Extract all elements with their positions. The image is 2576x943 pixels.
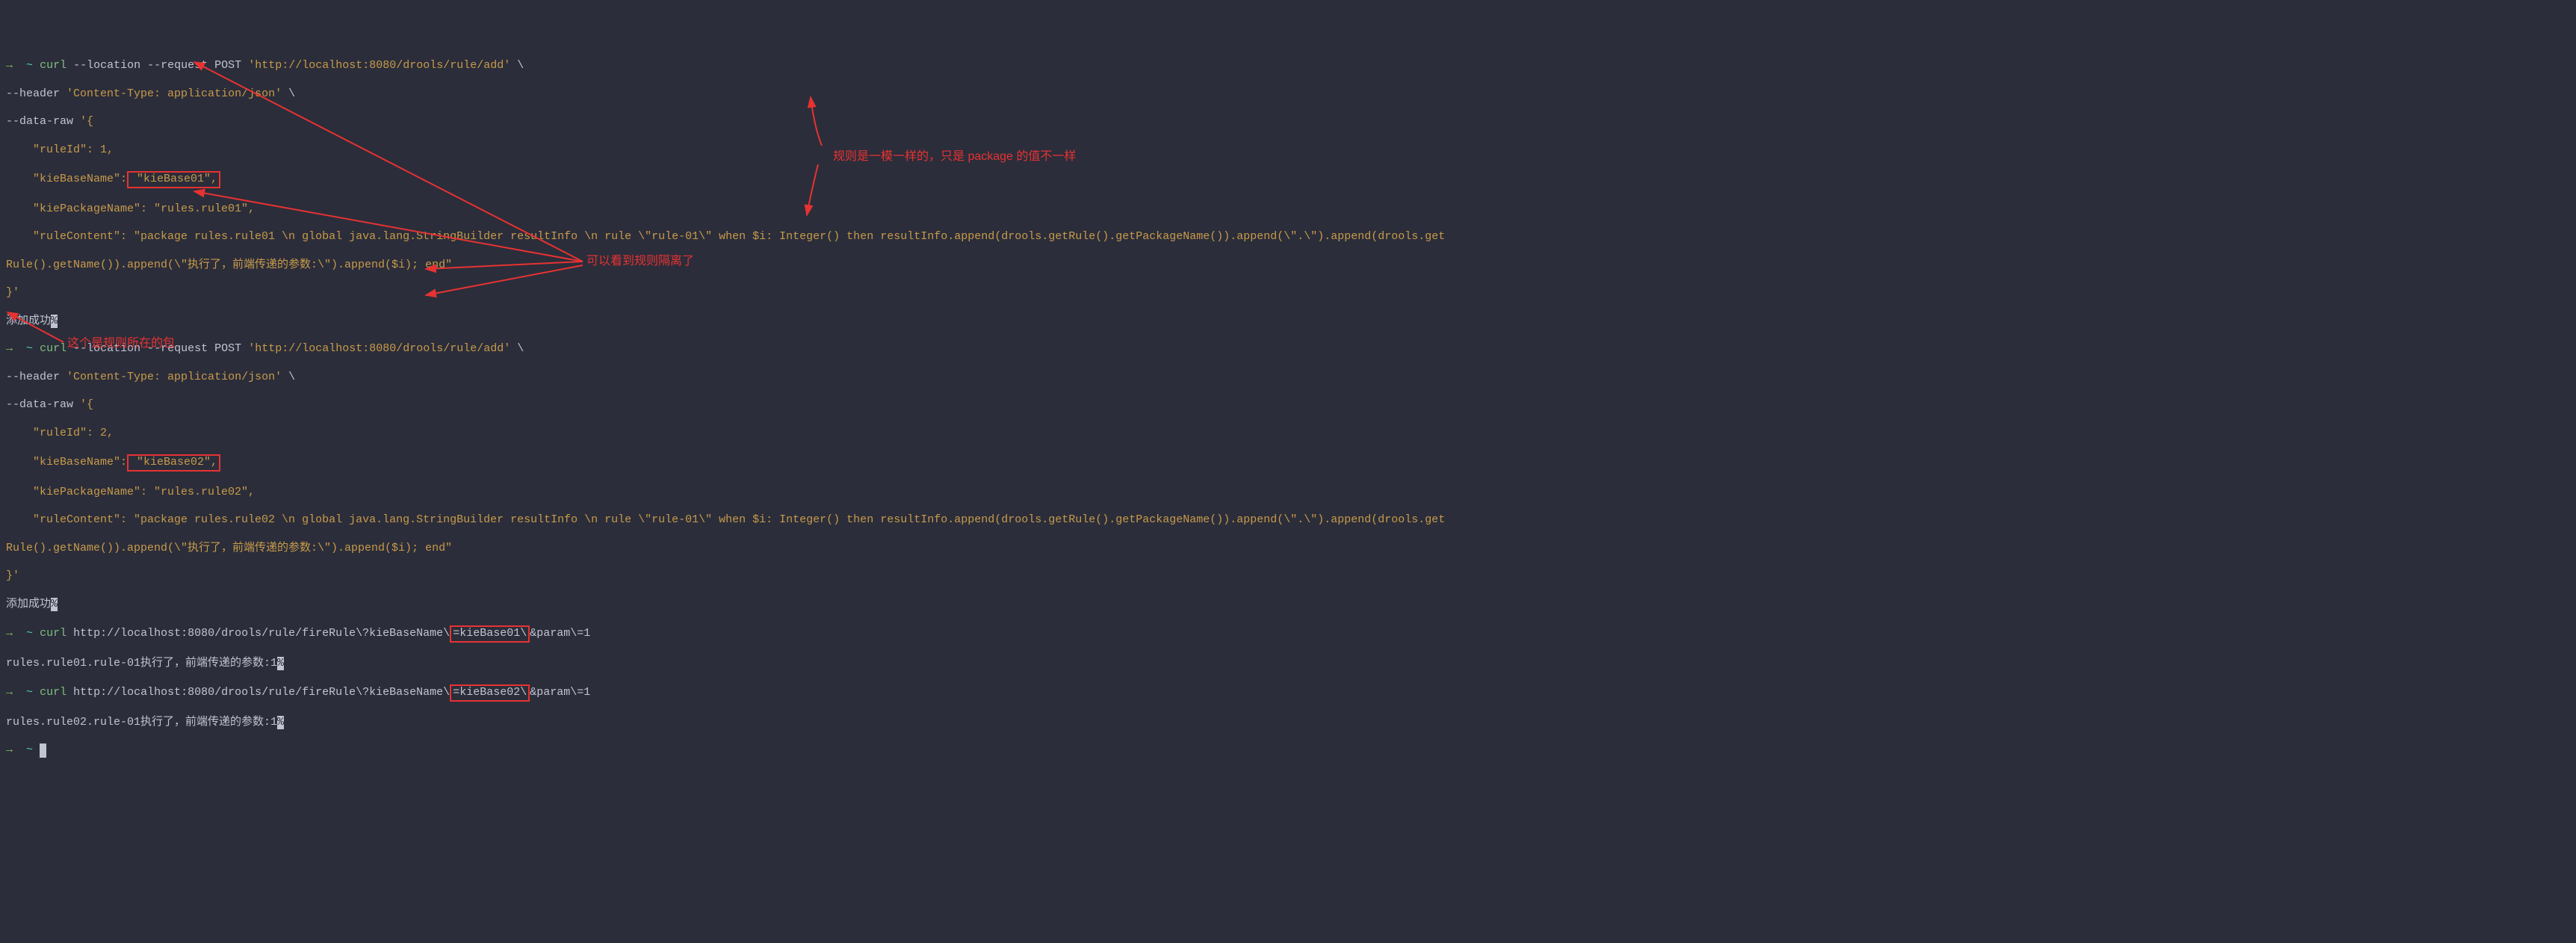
kiepackage-line: "kiePackageName": "rules.rule01", xyxy=(6,202,255,215)
curl-command: curl xyxy=(40,627,66,640)
annotation-isolated: 可以看到规则隔离了 xyxy=(586,254,694,269)
prompt-tilde: ~ xyxy=(26,59,33,72)
data-flag: --data-raw xyxy=(6,115,73,128)
highlight-fire-kiebase02: =kieBase02\ xyxy=(450,684,530,702)
curl-command: curl xyxy=(40,686,66,699)
rulecontent-line2: Rule().getName()).append(\"执行了，前端传递的参数:\… xyxy=(6,259,452,271)
terminal-line: → ~ curl http://localhost:8080/drools/ru… xyxy=(6,684,2570,702)
header-value: 'Content-Type: application/json' xyxy=(66,87,282,100)
header-flag: --header xyxy=(6,87,60,100)
kiebase-key: "kieBaseName": xyxy=(6,456,127,469)
box-char: % xyxy=(277,657,284,671)
terminal-line: → ~ xyxy=(6,743,2570,758)
terminal-line: "kiePackageName": "rules.rule02", xyxy=(6,486,2570,500)
rulecontent-line: "ruleContent": "package rules.rule02 \n … xyxy=(6,513,1445,526)
header-flag: --header xyxy=(6,371,60,383)
fire-url-pre: http://localhost:8080/drools/rule/fireRu… xyxy=(73,686,450,699)
highlight-fire-kiebase01: =kieBase01\ xyxy=(450,625,530,643)
terminal-line: }' xyxy=(6,569,2570,584)
highlight-kiebase02: "kieBase02", xyxy=(127,454,220,472)
annotation-package: 规则是一模一样的，只是 package 的值不一样 xyxy=(833,149,1076,164)
prompt-tilde: ~ xyxy=(26,743,33,756)
terminal-line: Rule().getName()).append(\"执行了，前端传递的参数:\… xyxy=(6,542,2570,556)
close-brace: }' xyxy=(6,569,19,582)
prompt-arrow: → xyxy=(6,686,13,699)
prompt-arrow: → xyxy=(6,59,13,72)
terminal-line: 添加成功% xyxy=(6,598,2570,612)
prompt-arrow: → xyxy=(6,743,13,756)
data-open: '{ xyxy=(80,115,93,128)
request-flag: --request xyxy=(147,59,208,72)
url: 'http://localhost:8080/drools/rule/add' xyxy=(248,342,510,355)
backslash: \ xyxy=(517,59,524,72)
ruleid-line: "ruleId": 2, xyxy=(6,427,114,439)
box-char: % xyxy=(51,598,58,612)
fire-url-post: &param\=1 xyxy=(530,686,590,699)
fire-result: rules.rule02.rule-01执行了，前端传递的参数:1 xyxy=(6,716,277,729)
annotation-rule-package: 这个是规则所在的包 xyxy=(67,336,175,351)
ruleid-line: "ruleId": 1, xyxy=(6,143,114,156)
kiebase-key: "kieBaseName": xyxy=(6,173,127,185)
highlight-kiebase01: "kieBase01", xyxy=(127,171,220,188)
terminal-line: "kiePackageName": "rules.rule01", xyxy=(6,202,2570,217)
fire-url-pre: http://localhost:8080/drools/rule/fireRu… xyxy=(73,627,450,640)
fire-result: rules.rule01.rule-01执行了，前端传递的参数:1 xyxy=(6,657,277,670)
method: POST xyxy=(214,59,241,72)
backslash: \ xyxy=(517,342,524,355)
result-text: 添加成功 xyxy=(6,315,51,327)
prompt-tilde: ~ xyxy=(26,342,33,355)
header-value: 'Content-Type: application/json' xyxy=(66,371,282,383)
method: POST xyxy=(214,342,241,355)
prompt-arrow: → xyxy=(6,627,13,640)
result-text: 添加成功 xyxy=(6,598,51,610)
terminal-line: "ruleId": 2, xyxy=(6,427,2570,441)
url: 'http://localhost:8080/drools/rule/add' xyxy=(248,59,510,72)
terminal-line: --data-raw '{ xyxy=(6,115,2570,129)
terminal-line: 添加成功% xyxy=(6,315,2570,329)
data-flag: --data-raw xyxy=(6,398,73,411)
fire-url-post: &param\=1 xyxy=(530,627,590,640)
terminal-line: --header 'Content-Type: application/json… xyxy=(6,371,2570,385)
kiepackage-line: "kiePackageName": "rules.rule02", xyxy=(6,486,255,498)
rulecontent-line: "ruleContent": "package rules.rule01 \n … xyxy=(6,230,1445,243)
terminal-line: Rule().getName()).append(\"执行了，前端传递的参数:\… xyxy=(6,259,2570,273)
terminal-line: }' xyxy=(6,286,2570,300)
terminal-line: → ~ curl --location --request POST 'http… xyxy=(6,59,2570,73)
terminal-line: → ~ curl http://localhost:8080/drools/ru… xyxy=(6,625,2570,643)
terminal-line: "kieBaseName": "kieBase02", xyxy=(6,454,2570,472)
box-char: % xyxy=(51,315,58,329)
terminal-line: "kieBaseName": "kieBase01", xyxy=(6,171,2570,188)
data-open: '{ xyxy=(80,398,93,411)
backslash: \ xyxy=(288,371,295,383)
curl-command: curl xyxy=(40,342,66,355)
terminal-line: rules.rule02.rule-01执行了，前端传递的参数:1% xyxy=(6,716,2570,730)
terminal-line: → ~ curl --location --request POST 'http… xyxy=(6,342,2570,356)
close-brace: }' xyxy=(6,286,19,299)
location-flag: --location xyxy=(73,59,140,72)
curl-command: curl xyxy=(40,59,66,72)
terminal-line: --header 'Content-Type: application/json… xyxy=(6,87,2570,102)
prompt-tilde: ~ xyxy=(26,686,33,699)
backslash: \ xyxy=(288,87,295,100)
terminal-line: rules.rule01.rule-01执行了，前端传递的参数:1% xyxy=(6,657,2570,671)
rulecontent-line2: Rule().getName()).append(\"执行了，前端传递的参数:\… xyxy=(6,542,452,554)
terminal-line: "ruleContent": "package rules.rule01 \n … xyxy=(6,230,2570,244)
prompt-arrow: → xyxy=(6,342,13,355)
cursor[interactable] xyxy=(40,743,46,758)
terminal-line: --data-raw '{ xyxy=(6,398,2570,412)
terminal-line: "ruleId": 1, xyxy=(6,143,2570,158)
prompt-tilde: ~ xyxy=(26,627,33,640)
box-char: % xyxy=(277,716,284,730)
terminal-line: "ruleContent": "package rules.rule02 \n … xyxy=(6,513,2570,528)
